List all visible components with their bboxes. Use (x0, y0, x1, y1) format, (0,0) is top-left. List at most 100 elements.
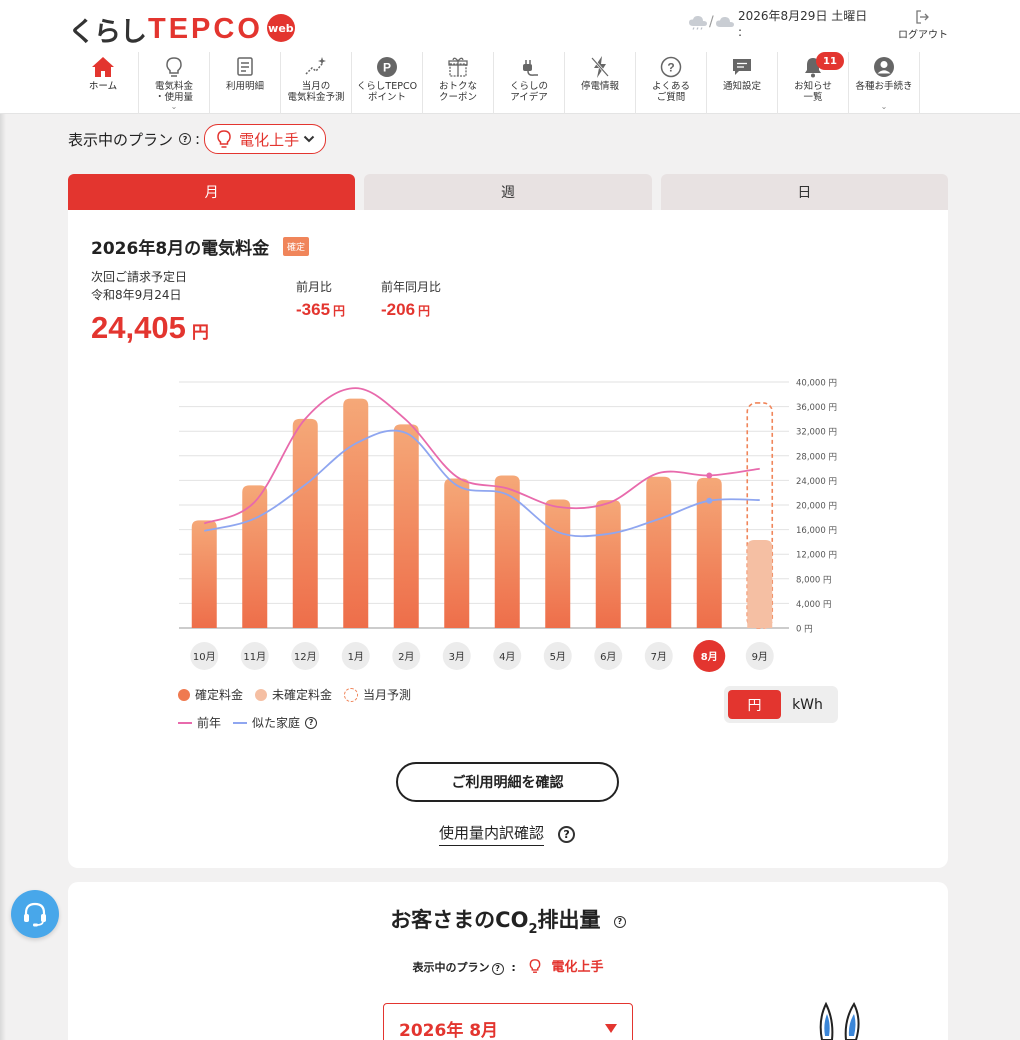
bar-pending (747, 540, 773, 628)
help-icon[interactable]: ? (491, 962, 504, 975)
home-icon (92, 57, 114, 77)
nav-points-label: くらしTEPCO ポイント (356, 81, 418, 103)
bill-card: 2026年8月の電気料金 確定 次回ご請求予定日 令和8年9月24日 24,40… (68, 210, 948, 868)
y-tick-label: 16,000 円 (796, 526, 837, 536)
co2-plan-colon: : (511, 961, 516, 974)
prev-month-unit: 円 (333, 304, 346, 318)
co2-plan-row: 表示中のプラン? : 電化上手 (68, 956, 948, 975)
unit-yen-button[interactable]: 円 (728, 690, 781, 719)
message-icon (733, 59, 751, 75)
nav-notices[interactable]: お知らせ 一覧 11 (778, 52, 849, 114)
x-tick-label: 10月 (193, 651, 216, 663)
nav-outage[interactable]: 停電情報 (565, 52, 636, 114)
co2-title-main: お客さまのCO (390, 908, 529, 932)
support-chat-button[interactable] (11, 890, 59, 938)
user-icon (874, 57, 894, 77)
nav-statement-label: 利用明細 (225, 81, 264, 92)
bar-confirmed (646, 476, 672, 628)
nav-coupons[interactable]: おトクな クーポン (423, 52, 494, 114)
nav-coupons-label: おトクな クーポン (438, 81, 477, 103)
usage-breakdown-label[interactable]: 使用量内訳確認 (439, 822, 545, 846)
bar-confirmed (444, 478, 470, 628)
x-tick-label: 2月 (398, 651, 414, 663)
bill-amount-value: 24,405 (91, 310, 186, 345)
nav-home[interactable]: ホーム (68, 52, 139, 114)
legend-pending-label: 未確定料金 (272, 688, 333, 702)
prev-month-value: -365 (296, 300, 331, 319)
prev-year-label: 前年同月比 (381, 280, 442, 294)
bar-confirmed (494, 475, 520, 628)
logo-tepco: TEPCO (148, 12, 263, 45)
x-tick-label: 6月 (600, 651, 616, 663)
legend-similar: 似た家庭? (233, 714, 318, 731)
cloud-icon (689, 15, 707, 30)
nav-faq-label: よくある ご質問 (651, 81, 690, 103)
prev-month-label: 前月比 (296, 280, 333, 294)
y-tick-label: 24,000 円 (796, 477, 837, 487)
nav-procedures-label: 各種お手続き (855, 81, 913, 92)
logo[interactable]: くらし TEPCO web (68, 12, 295, 48)
bar-confirmed (545, 499, 571, 628)
point-icon-text: P (383, 61, 391, 75)
x-tick-label: 7月 (651, 651, 667, 663)
bill-amount: 24,405 円 (91, 310, 209, 346)
marker-previous-year (706, 472, 713, 479)
chevron-down-icon: ⌄ (170, 102, 178, 111)
notification-count-badge: 11 (816, 52, 844, 70)
tab-week[interactable]: 週 (364, 174, 652, 210)
nav-faq[interactable]: ? よくある ご質問 (636, 52, 707, 114)
nav-notices-label: お知らせ 一覧 (794, 81, 832, 103)
nav-ideas[interactable]: くらしの アイデア (494, 52, 565, 114)
y-tick-label: 36,000 円 (796, 403, 837, 413)
bar-confirmed (292, 418, 318, 628)
co2-card: お客さまのCO2排出量 ? 表示中のプラン? : 電化上手 2026年 8月 (68, 882, 948, 1040)
nav-outage-label: 停電情報 (580, 81, 619, 92)
nav-procedures[interactable]: 各種お手続き ⌄ (849, 52, 920, 114)
usage-breakdown-link[interactable]: 使用量内訳確認 ? (439, 822, 576, 846)
sparkle-chart-icon (305, 57, 326, 75)
nav-notification-settings[interactable]: 通知設定 (707, 52, 778, 114)
legend-forecast: 当月予測 (344, 686, 411, 703)
bill-title: 2026年8月の電気料金 (91, 239, 270, 259)
unit-toggle: 円 kWh (724, 686, 838, 723)
legend-confirmed-label: 確定料金 (195, 688, 244, 702)
co2-title-end: 排出量 (537, 908, 601, 932)
prev-year-comparison: 前年同月比 -206 円 (381, 278, 441, 320)
co2-month-selector[interactable]: 2026年 8月 (383, 1003, 633, 1040)
help-icon[interactable]: ? (179, 133, 192, 145)
plan-selected-value: 電化上手 (239, 130, 300, 149)
co2-title-sub: 2 (528, 922, 538, 937)
help-icon[interactable]: ? (613, 915, 626, 928)
y-tick-label: 12,000 円 (796, 551, 837, 561)
caret-down-icon (605, 1023, 617, 1033)
legend-similar-swatch (233, 721, 248, 724)
bar-confirmed (595, 500, 621, 628)
co2-title: お客さまのCO2排出量 ? (68, 904, 948, 937)
legend-pending: 未確定料金 (255, 686, 332, 703)
x-tick-label: 1月 (348, 651, 364, 663)
nav-charges-usage[interactable]: 電気料金 ・使用量 ⌄ (139, 52, 210, 114)
cloud-icon (715, 16, 734, 27)
unit-kwh-button[interactable]: kWh (781, 690, 834, 719)
legend-confirmed: 確定料金 (178, 686, 243, 703)
tab-month[interactable]: 月 (68, 174, 356, 210)
nav-forecast[interactable]: 当月の 電気料金予測 (281, 52, 352, 114)
period-tabs: 月 週 日 (68, 174, 948, 210)
plan-selector[interactable]: 電化上手 (204, 124, 327, 154)
window-edge (0, 0, 6, 1040)
help-icon[interactable]: ? (558, 825, 576, 843)
legend-prev-year: 前年 (178, 714, 221, 731)
nav-charges-usage-label: 電気料金 ・使用量 (154, 81, 193, 103)
view-statement-button[interactable]: ご利用明細を確認 (396, 762, 619, 802)
nav-points[interactable]: P くらしTEPCO ポイント (352, 52, 423, 114)
x-tick-label: 11月 (243, 651, 266, 663)
help-icon[interactable]: ? (305, 716, 318, 729)
logout-button[interactable]: ログアウト (895, 8, 951, 41)
plug-icon (523, 60, 538, 76)
bulb-icon (217, 130, 231, 148)
nav-ideas-label: くらしの アイデア (509, 81, 548, 103)
co2-month-value: 2026年 8月 (399, 1020, 499, 1040)
nav-statement[interactable]: 利用明細 (210, 52, 281, 114)
legend-similar-label: 似た家庭 (252, 716, 301, 730)
tab-day[interactable]: 日 (660, 174, 948, 210)
